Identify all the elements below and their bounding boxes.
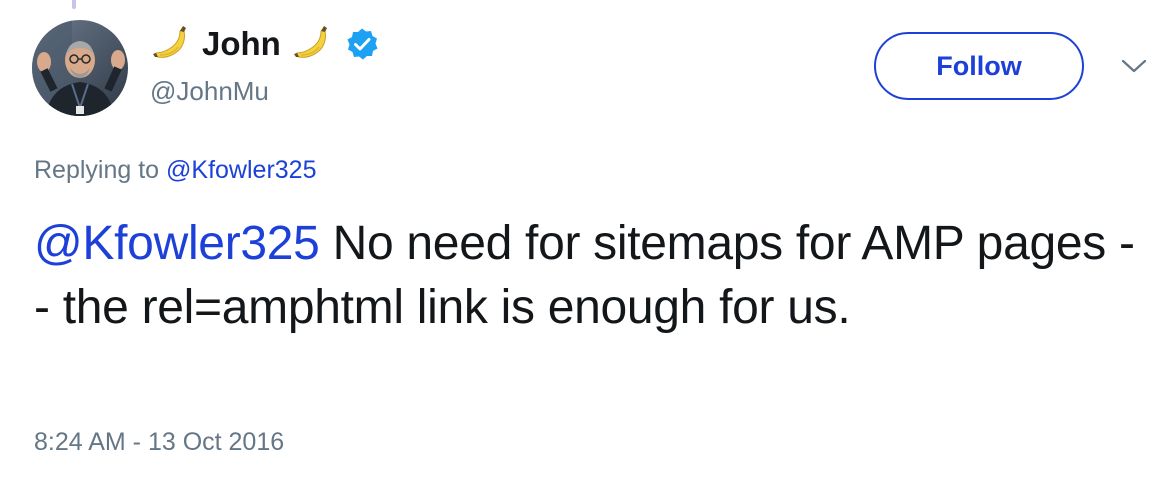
verified-badge-icon	[345, 27, 379, 61]
user-handle[interactable]: @JohnMu	[150, 76, 269, 107]
display-name[interactable]: John	[202, 25, 281, 63]
avatar[interactable]	[32, 20, 128, 116]
replying-to-label: Replying to	[34, 156, 160, 184]
reply-to-handle-link[interactable]: @Kfowler325	[166, 156, 316, 184]
replying-to-line: Replying to @Kfowler325	[34, 156, 316, 185]
thread-connector-line	[72, 0, 76, 9]
follow-button[interactable]: Follow	[874, 32, 1084, 100]
avatar-photo	[32, 20, 128, 116]
name-row: John	[150, 22, 379, 66]
chevron-down-icon[interactable]	[1120, 56, 1148, 76]
banana-emoji-icon	[150, 23, 192, 65]
tweet-text: @Kfowler325 No need for sitemaps for AMP…	[34, 212, 1144, 340]
banana-emoji-icon	[291, 23, 333, 65]
tweet-mention-link[interactable]: @Kfowler325	[34, 217, 320, 270]
tweet-timestamp[interactable]: 8:24 AM - 13 Oct 2016	[34, 428, 284, 457]
